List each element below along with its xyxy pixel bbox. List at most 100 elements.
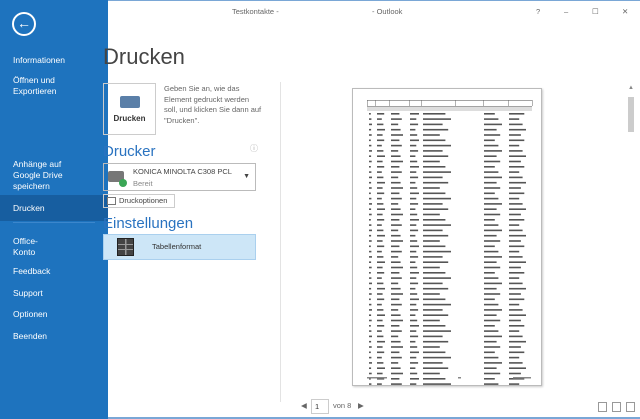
preview-mark <box>410 224 417 226</box>
preview-mark <box>410 266 418 269</box>
preview-mark <box>509 171 520 173</box>
sidebar-item-optionen[interactable]: Optionen <box>0 309 108 320</box>
sidebar-item-support[interactable]: Support <box>0 288 108 299</box>
preview-mark <box>369 203 372 205</box>
printer-heading: Drucker <box>103 143 156 160</box>
preview-mark <box>377 298 385 301</box>
preview-mark <box>423 293 440 295</box>
preview-mark <box>509 197 520 200</box>
preview-mark <box>423 367 449 369</box>
preview-mark <box>410 330 417 332</box>
actual-size-icon[interactable] <box>598 402 607 412</box>
preview-mark <box>410 362 419 364</box>
preview-mark <box>391 298 400 301</box>
scroll-up-icon[interactable]: ▲ <box>627 85 635 91</box>
preview-mark <box>377 272 385 274</box>
preview-mark <box>423 118 451 120</box>
preview-mark <box>484 330 499 332</box>
preview-mark <box>509 134 521 136</box>
sidebar-item-google-drive[interactable]: Anhänge auf Google Drive speichern <box>0 159 80 192</box>
preview-mark <box>484 213 501 216</box>
preview-mark <box>509 213 521 216</box>
preview-mark <box>369 208 372 210</box>
scrollbar-thumb[interactable] <box>628 97 634 132</box>
preview-mark <box>509 335 523 338</box>
preview-mark <box>369 176 372 179</box>
preview-mark <box>509 123 523 126</box>
sidebar-item-feedback[interactable]: Feedback <box>0 266 108 277</box>
preview-mark <box>484 261 497 263</box>
prev-page-icon[interactable]: ◀ <box>301 401 307 410</box>
preview-mark <box>367 377 387 379</box>
preview-mark <box>484 367 497 369</box>
preview-mark <box>367 106 532 107</box>
sidebar-item-office-konto[interactable]: Office-Konto <box>0 236 60 258</box>
preview-mark <box>391 383 402 385</box>
sidebar-item-drucken[interactable]: Drucken <box>0 195 108 221</box>
preview-mark <box>377 203 384 205</box>
multiple-pages-icon[interactable] <box>626 402 635 412</box>
preview-mark <box>423 134 440 136</box>
sidebar-item-beenden[interactable]: Beenden <box>0 331 108 342</box>
preview-mark <box>423 160 440 163</box>
preview-mark <box>369 181 372 184</box>
minimize-button[interactable]: – <box>564 7 568 16</box>
preview-mark <box>391 261 401 263</box>
preview-mark <box>423 356 451 359</box>
preview-mark <box>509 330 520 332</box>
back-icon[interactable]: ← <box>12 12 36 36</box>
maximize-button[interactable]: ☐ <box>592 7 599 16</box>
page-count: von 8 <box>333 401 352 410</box>
preview-mark <box>369 362 372 364</box>
preview-mark <box>389 100 390 106</box>
preview-mark <box>423 351 446 354</box>
preview-mark <box>369 250 372 253</box>
preview-mark <box>484 240 501 242</box>
preview-mark <box>423 266 440 269</box>
preview-mark <box>484 362 502 364</box>
preview-mark <box>367 100 368 106</box>
preview-mark <box>484 245 495 248</box>
preview-mark <box>509 372 521 375</box>
info-icon[interactable]: ⓘ <box>250 143 258 154</box>
preview-mark <box>484 187 501 189</box>
preview-mark <box>369 351 371 354</box>
preview-mark <box>423 340 449 343</box>
preview-mark <box>484 282 502 285</box>
print-options-button[interactable]: Druckoptionen <box>103 194 175 208</box>
preview-mark <box>391 160 403 163</box>
preview-mark <box>391 309 399 311</box>
preview-mark <box>369 123 372 126</box>
preview-mark <box>484 266 501 269</box>
preview-mark <box>484 197 499 200</box>
preview-mark <box>423 208 449 210</box>
preview-mark <box>369 335 372 338</box>
preview-mark <box>369 134 372 136</box>
help-button[interactable]: ? <box>536 7 540 16</box>
preview-mark <box>369 160 372 163</box>
page-number-input[interactable]: 1 <box>311 399 329 414</box>
preview-mark <box>484 229 502 232</box>
preview-mark <box>423 383 451 385</box>
preview-mark <box>369 367 372 369</box>
sidebar-item-oeffnen[interactable]: Öffnen und Exportieren <box>0 75 80 97</box>
scrollbar[interactable]: ▲ <box>627 85 635 395</box>
printer-select[interactable]: KONICA MINOLTA C308 PCL Bereit ▼ <box>103 163 256 191</box>
preview-mark <box>410 197 417 200</box>
table-format-icon <box>117 238 134 256</box>
preview-mark <box>391 197 402 200</box>
preview-mark <box>391 203 399 205</box>
preview-mark <box>423 330 451 332</box>
preview-mark <box>484 113 495 115</box>
print-preview-page <box>352 88 542 386</box>
preview-mark <box>391 245 400 248</box>
one-page-icon[interactable] <box>612 402 621 412</box>
next-page-icon[interactable]: ▶ <box>358 401 364 410</box>
preview-mark <box>377 128 385 131</box>
print-button[interactable]: Drucken <box>103 83 156 135</box>
sidebar-item-informationen[interactable]: Informationen <box>0 55 108 66</box>
close-button[interactable]: ✕ <box>622 7 628 16</box>
format-option-table[interactable]: Tabellenformat <box>103 234 256 260</box>
preview-mark <box>423 181 449 184</box>
preview-mark <box>377 118 382 120</box>
